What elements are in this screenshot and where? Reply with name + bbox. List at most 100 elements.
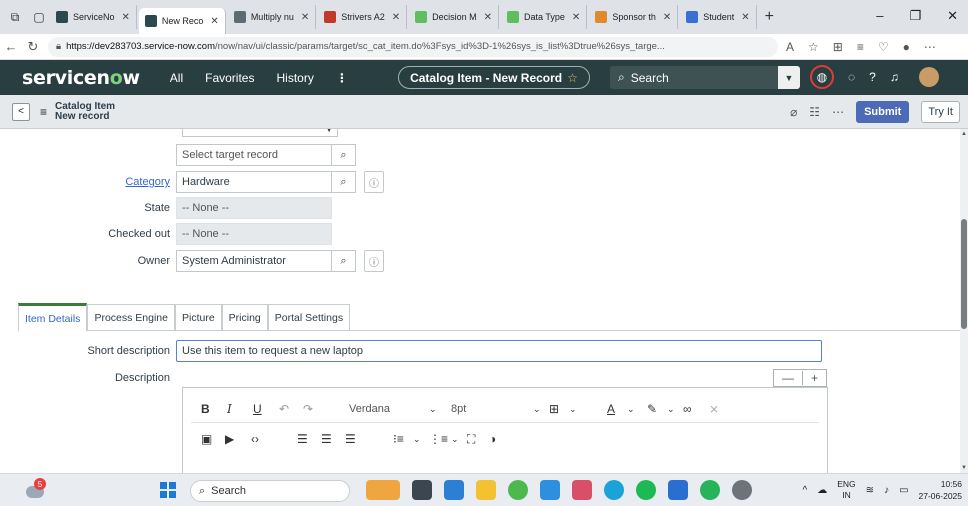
category-info-icon[interactable]: ⓘ [364,171,384,193]
browser-tab[interactable]: Strivers A2 ✕ [318,5,408,29]
browser-tab[interactable]: Student ✕ [680,5,757,29]
store-icon[interactable] [540,480,560,500]
description-editor[interactable]: B I U ↶ ↷ Verdana ⌄ 8pt ⌄ ⊞ ⌄ A ⌄ ✎ ⌄ ∞ … [182,387,828,473]
undo-icon[interactable]: ↶ [279,402,289,416]
news-widget-icon[interactable] [366,480,400,500]
chevron-down-icon[interactable]: ⌄ [569,404,577,415]
close-window-icon[interactable]: ✕ [947,8,958,24]
highlight-color-icon[interactable]: ✎ [647,402,657,416]
avatar[interactable] [918,67,939,87]
minimize-icon[interactable]: – [876,8,883,24]
tab-actions-icon[interactable]: ▢ [30,8,48,26]
restore-icon[interactable]: ❐ [909,8,921,24]
chevron-down-icon[interactable]: ⌄ [413,434,421,445]
bullet-list-icon[interactable]: ⁝≡ [393,432,404,446]
browser-tab[interactable]: Decision M ✕ [409,5,500,29]
align-left-icon[interactable]: ☰ [297,432,308,446]
tab-item-details[interactable]: Item Details [18,303,88,331]
category-search-icon[interactable]: ⌕ [332,171,356,193]
fullscreen-icon[interactable]: ⛶ [467,432,475,447]
owner-input[interactable]: System Administrator [176,250,332,272]
chevron-down-icon[interactable]: ⌄ [533,404,541,415]
chrome-icon[interactable] [508,480,528,500]
context-title-pill[interactable]: Catalog Item - New Record ☆ [398,66,590,89]
clock[interactable]: 10:56 27-06-2025 [919,478,962,502]
numbered-list-icon[interactable]: ⋮≡ [429,432,448,446]
help-icon[interactable]: ? [869,70,876,84]
chevron-down-icon[interactable]: ⌄ [627,404,635,415]
favorite-star-icon[interactable]: ☆ [808,40,819,54]
favorites-list-icon[interactable]: ≡ [857,40,864,54]
expand-editor-icon[interactable]: + [811,371,818,385]
chevron-down-icon[interactable]: ⌄ [429,404,437,415]
menu-all[interactable]: All [170,71,183,85]
menu-more-icon[interactable]: ⋮ [336,71,348,85]
weather-widget-icon[interactable]: 5 [26,478,46,500]
text-color-icon[interactable]: A [607,402,615,416]
chevron-up-icon[interactable]: ^ [803,485,808,496]
back-arrow-icon[interactable]: ← [0,39,22,54]
chevron-down-icon[interactable]: ⌄ [451,434,459,445]
category-label[interactable]: Category [0,176,176,188]
tab-close-icon[interactable]: ✕ [301,12,309,23]
table-icon[interactable]: ⊞ [549,402,559,416]
file-explorer-icon[interactable] [476,480,496,500]
collections-icon[interactable]: ⊞ [833,40,843,54]
browser-tab[interactable]: ServiceNo ✕ [50,5,137,29]
whatsapp-icon[interactable] [700,480,720,500]
unlink-icon[interactable]: ⨯ [709,402,719,416]
tab-pricing[interactable]: Pricing [221,304,268,330]
underline-icon[interactable]: U [253,402,262,416]
target-type-select[interactable]: ▼ [182,129,338,137]
scrollbar-thumb[interactable] [961,219,967,329]
code-icon[interactable]: ‹› [251,432,259,446]
task-view-icon[interactable] [412,480,432,500]
chat-icon[interactable]: ◌ [848,70,855,84]
try-it-button[interactable]: Try It [921,101,960,123]
spotify-icon[interactable] [636,480,656,500]
redo-icon[interactable]: ↷ [303,402,313,416]
insert-video-icon[interactable]: ▶ [225,432,234,446]
contrast-icon[interactable]: ◑ [489,432,496,446]
more-actions-icon[interactable]: ⋯ [832,105,844,119]
global-search[interactable]: ⌕ Search ▼ [610,66,800,89]
workspaces-icon[interactable]: ⧉ [6,8,24,26]
chevron-down-icon[interactable]: ⌄ [667,404,675,415]
tab-close-icon[interactable]: ✕ [572,12,580,23]
onedrive-icon[interactable]: ☁ [817,485,827,496]
font-family-select[interactable]: Verdana [349,403,390,415]
font-size-select[interactable]: 8pt [451,403,466,415]
page-scrollbar[interactable]: ▲ ▼ [960,129,968,473]
app-icon[interactable] [572,480,592,500]
tab-picture[interactable]: Picture [174,304,222,330]
italic-icon[interactable]: I [227,402,232,416]
owner-info-icon[interactable]: ⓘ [364,250,384,272]
refresh-icon[interactable]: ↻ [22,39,44,55]
tab-portal-settings[interactable]: Portal Settings [267,304,351,330]
edge-dev-icon[interactable] [604,480,624,500]
globe-icon[interactable]: ◍ [810,65,834,89]
edge-icon[interactable] [444,480,464,500]
align-center-icon[interactable]: ☰ [321,432,332,446]
tab-close-icon[interactable]: ✕ [210,16,218,27]
browser-tab[interactable]: New Reco ✕ [138,8,226,34]
scroll-up-icon[interactable]: ▲ [960,131,968,137]
extensions-icon[interactable]: ♡ [878,40,889,54]
url-field[interactable]: 🔒︎ https://dev283703.service-now.com/now… [48,36,778,57]
category-input[interactable]: Hardware [176,171,332,193]
attachment-icon[interactable]: ⌀ [790,105,797,119]
link-icon[interactable]: ∞ [683,402,692,416]
notes-icon[interactable] [668,480,688,500]
taskbar-search[interactable]: ⌕ Search [190,480,350,502]
back-button[interactable]: < [12,102,30,121]
more-options-icon[interactable]: ⋯ [924,40,936,54]
browser-tab[interactable]: Sponsor th ✕ [589,5,679,29]
bell-icon[interactable]: ♫ [890,70,899,84]
wifi-icon[interactable]: ≋ [866,485,874,496]
scroll-down-icon[interactable]: ▼ [960,465,968,471]
owner-search-icon[interactable]: ⌕ [332,250,356,272]
volume-icon[interactable]: ♪ [884,485,889,496]
servicenow-logo[interactable]: servicenow [22,67,140,89]
read-aloud-icon[interactable]: A [786,40,794,54]
tab-close-icon[interactable]: ✕ [122,12,130,23]
